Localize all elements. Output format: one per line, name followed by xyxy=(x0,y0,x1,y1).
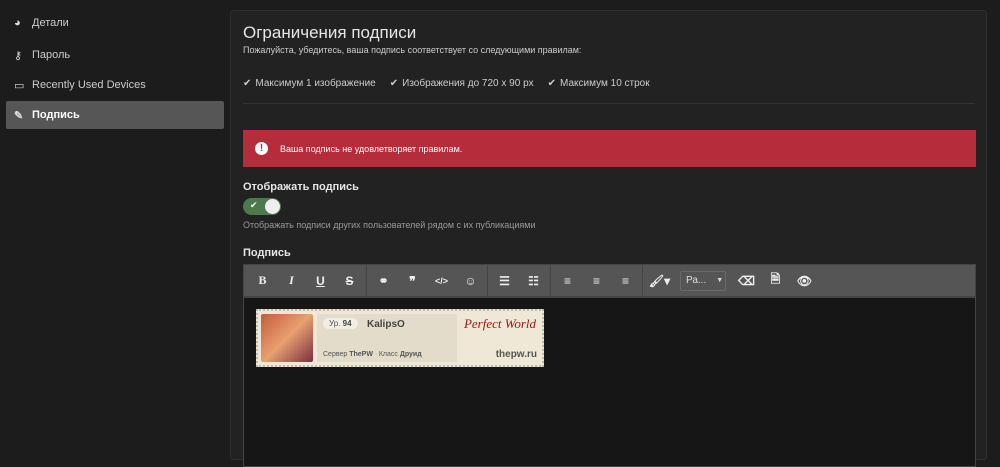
avatar xyxy=(261,314,313,362)
rule-text: Максимум 1 изображение xyxy=(255,78,376,89)
rules-list: ✔ Максимум 1 изображение ✔ Изображения до … xyxy=(243,78,650,89)
signature-editor[interactable]: Ур. 94 KalipsO Сервер ThePW Класс Друид … xyxy=(243,297,976,467)
rule-item: ✔ Максимум 1 изображение xyxy=(243,78,376,89)
character-info: Ур. 94 KalipsO Сервер ThePW Класс Друид xyxy=(317,314,457,362)
emoji-button[interactable]: ☺ xyxy=(456,274,485,288)
site-url: thepw.ru xyxy=(495,349,537,360)
show-signature-toggle[interactable]: ✔ xyxy=(243,198,281,215)
bold-button[interactable]: B xyxy=(248,273,277,288)
signature-panel: Ограничения подписи Пожалуйста, убедитес… xyxy=(230,10,987,467)
sidebar-item-label: Recently Used Devices xyxy=(32,79,146,91)
signature-label: Подпись xyxy=(243,247,291,259)
toggle-knob xyxy=(265,199,280,214)
eraser-button[interactable]: ⌫ xyxy=(732,274,761,288)
sidebar-item-password[interactable]: ⚷ Пароль xyxy=(6,41,224,69)
page-title: Ограничения подписи xyxy=(243,23,417,42)
separator xyxy=(487,264,488,297)
server-label: Сервер xyxy=(323,351,348,358)
rule-item: ✔ Максимум 10 строк xyxy=(548,78,650,89)
align-center-button[interactable]: ≡ xyxy=(582,274,611,288)
separator xyxy=(642,264,643,297)
align-right-button[interactable]: ≡ xyxy=(611,274,640,288)
class-label: Класс xyxy=(378,351,398,358)
level-value: 94 xyxy=(342,319,352,328)
divider xyxy=(243,103,975,104)
page-subtitle: Пожалуйста, убедитесь, ваша подпись соот… xyxy=(243,45,582,55)
quote-button[interactable]: ❞ xyxy=(398,274,427,288)
check-icon: ✔ xyxy=(243,78,252,89)
underline-button[interactable]: U xyxy=(306,274,335,288)
alert-text: Ваша подпись не удовлетворяет правилам. xyxy=(280,143,463,154)
color-brush-button[interactable]: 🖌▾ xyxy=(645,274,674,288)
character-name: KalipsO xyxy=(367,319,405,330)
align-left-button[interactable]: ≡ xyxy=(553,274,582,288)
font-size-value: Ра... xyxy=(686,275,707,286)
level-badge: Ур. 94 xyxy=(323,318,358,329)
sidebar-item-label: Подпись xyxy=(32,109,80,121)
level-label: Ур. xyxy=(329,319,341,328)
laptop-icon: ▭ xyxy=(14,79,25,92)
key-icon: ⚷ xyxy=(14,49,23,62)
sidebar-item-devices[interactable]: ▭ Recently Used Devices xyxy=(6,71,224,99)
source-button[interactable]: 🗎 xyxy=(761,270,790,291)
bullet-list-button[interactable]: ☰ xyxy=(490,274,519,288)
separator xyxy=(550,264,551,297)
check-icon: ✔ xyxy=(389,78,399,89)
character-meta: Сервер ThePW Класс Друид xyxy=(323,351,422,358)
pencil-icon: ✎ xyxy=(14,109,24,122)
rule-text: Максимум 10 строк xyxy=(560,78,650,89)
font-size-select[interactable]: Ра... ▼ xyxy=(680,270,726,291)
class-value: Друид xyxy=(399,351,422,358)
preview-button[interactable]: 👁 xyxy=(790,274,819,288)
exclamation-icon: ! xyxy=(255,142,268,155)
logo-text: Perfect World xyxy=(463,316,537,331)
numbered-list-button[interactable]: ☷ xyxy=(519,274,548,288)
check-icon: ✔ xyxy=(547,78,557,89)
server-value: ThePW xyxy=(349,351,373,358)
check-icon: ✔ xyxy=(250,200,258,210)
code-button[interactable]: </> xyxy=(427,276,456,286)
show-signature-label: Отображать подпись xyxy=(243,181,359,193)
rule-text: Изображения до 720 x 90 px xyxy=(402,78,534,89)
signature-image: Ур. 94 KalipsO Сервер ThePW Класс Друид … xyxy=(256,309,544,367)
show-signature-help: Отображать подписи других пользователей … xyxy=(243,220,536,230)
sidebar-item-label: Пароль xyxy=(32,49,71,61)
error-alert: ! Ваша подпись не удовлетворяет правилам. xyxy=(243,130,976,167)
sidebar-item-label: Детали xyxy=(32,17,69,29)
sidebar-item-details[interactable]: ◕ Детали xyxy=(6,9,224,37)
rule-item: ✔ Изображения до 720 x 90 px xyxy=(390,78,534,89)
italic-button[interactable]: I xyxy=(277,273,306,288)
perfect-world-logo: Perfect World thepw.ru xyxy=(461,314,539,362)
editor-toolbar: B I U S ⚭ ❞ </> ☺ ☰ ☷ ≡ ≡ ≡ 🖌▾ Ра... ▼ ⌫ … xyxy=(243,264,976,297)
separator xyxy=(366,264,367,297)
dashboard-icon: ◕ xyxy=(14,17,21,29)
link-button[interactable]: ⚭ xyxy=(369,274,398,288)
caret-down-icon: ▼ xyxy=(716,277,724,284)
strikethrough-button[interactable]: S xyxy=(335,274,364,288)
sidebar-item-signature[interactable]: ✎ Подпись xyxy=(6,101,224,129)
